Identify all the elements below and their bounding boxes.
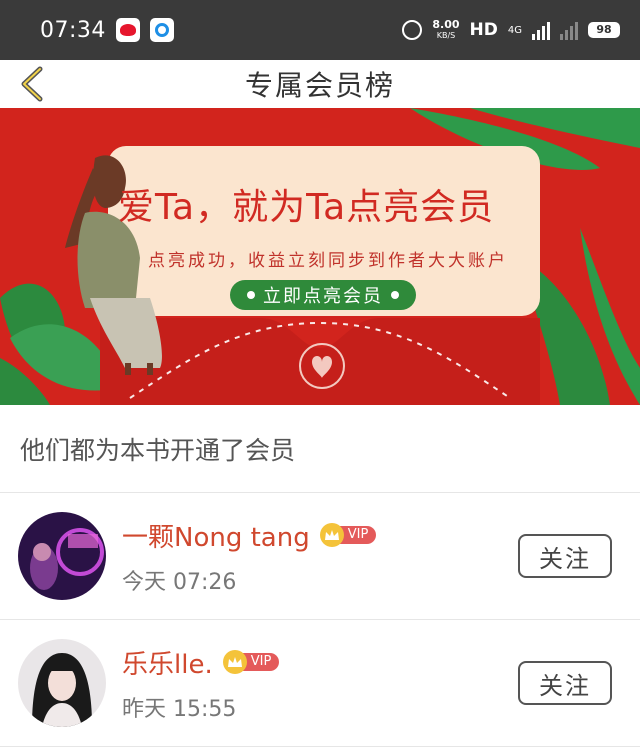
- vip-badge: VIP: [222, 650, 280, 674]
- light-up-member-button[interactable]: 立即点亮会员: [230, 280, 416, 310]
- button-dot-icon: [391, 291, 399, 299]
- member-row[interactable]: 乐乐lle. VIP 昨天 15:55 关注: [0, 620, 640, 747]
- avatar[interactable]: [18, 512, 106, 600]
- signal-secondary-icon: [560, 20, 578, 40]
- page-title: 专属会员榜: [244, 69, 395, 102]
- section-title: 他们都为本书开通了会员: [0, 405, 640, 493]
- network-type-label: 4G: [507, 24, 522, 36]
- member-name[interactable]: 一颗Nong tang: [122, 517, 310, 554]
- browser-app-icon: [149, 18, 174, 42]
- member-time: 昨天 15:55: [122, 696, 237, 722]
- promo-banner[interactable]: 爱Ta，就为Ta点亮会员 点亮成功，收益立刻同步到作者大大账户 立即点亮会员: [0, 108, 640, 405]
- status-bar: 07:34 8.00 KB/S HD 4G 98: [0, 0, 640, 60]
- light-up-member-label: 立即点亮会员: [263, 286, 383, 307]
- network-speed-unit: KB/S: [436, 31, 456, 40]
- vip-badge: VIP: [319, 523, 377, 547]
- network-speed-value: 8.00: [432, 18, 460, 31]
- weibo-icon: [115, 18, 140, 42]
- hd-indicator: HD: [469, 20, 498, 40]
- member-name[interactable]: 乐乐lle.: [122, 644, 213, 681]
- banner-title: 爱Ta，就为Ta点亮会员: [118, 187, 495, 228]
- member-time: 今天 07:26: [122, 569, 237, 595]
- follow-button[interactable]: 关注: [518, 661, 612, 705]
- member-row[interactable]: 一颗Nong tang VIP 今天 07:26 关注: [0, 493, 640, 620]
- battery-icon: 98: [588, 22, 620, 38]
- top-header: 专属会员榜: [0, 60, 640, 108]
- alarm-icon: [402, 20, 423, 40]
- follow-button[interactable]: 关注: [518, 534, 612, 578]
- crown-icon: [222, 650, 247, 674]
- status-time: 07:34: [40, 17, 106, 43]
- signal-icon: [532, 20, 550, 40]
- avatar[interactable]: [18, 639, 106, 727]
- crown-icon: [319, 523, 344, 547]
- back-arrow-icon[interactable]: [14, 66, 50, 102]
- button-dot-icon: [247, 291, 255, 299]
- network-speed: 8.00 KB/S: [432, 19, 459, 41]
- banner-subtitle: 点亮成功，收益立刻同步到作者大大账户: [148, 251, 508, 271]
